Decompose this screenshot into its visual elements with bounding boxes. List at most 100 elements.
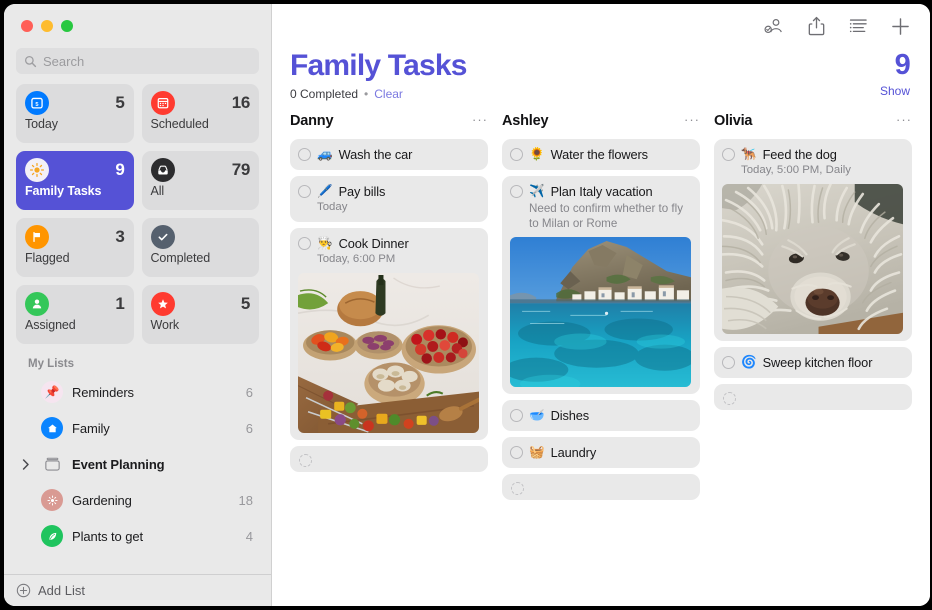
- task-card[interactable]: 🐕‍🦺 Feed the dog Today, 5:00 PM, Daily: [714, 139, 912, 342]
- share-contact-icon[interactable]: [764, 16, 784, 36]
- my-lists: 📌 Reminders 6 Family 6: [4, 374, 271, 574]
- list-item-reminders[interactable]: 📌 Reminders 6: [14, 374, 261, 410]
- column-danny: Danny ··· 🚙 Wash the car: [290, 109, 488, 607]
- smart-list-scheduled[interactable]: 16 Scheduled: [142, 84, 260, 143]
- complete-toggle[interactable]: [299, 454, 312, 467]
- smart-list-all[interactable]: 79 All: [142, 151, 260, 210]
- show-button[interactable]: Show: [880, 84, 910, 98]
- chevron-right-icon[interactable]: [20, 459, 32, 470]
- add-list-button[interactable]: Add List: [4, 574, 271, 606]
- column-title: Danny: [290, 113, 333, 129]
- calendar-icon: [151, 91, 175, 115]
- task-title: Sweep kitchen floor: [763, 354, 873, 371]
- header-left: Family Tasks 0 Completed • Clear: [290, 50, 467, 101]
- task-emoji: 🐕‍🦺: [741, 146, 757, 163]
- column-title: Olivia: [714, 113, 752, 129]
- task-emoji: ✈️: [529, 183, 545, 200]
- italy-coast-photo[interactable]: [510, 237, 691, 388]
- task-title: Laundry: [551, 444, 597, 461]
- toolbar: [272, 4, 930, 48]
- task-card[interactable]: 👨‍🍳 Cook Dinner Today, 6:00 PM: [290, 228, 488, 441]
- column-menu-button[interactable]: ···: [684, 113, 700, 129]
- new-task-placeholder[interactable]: [502, 474, 700, 500]
- header-right: 9 Show: [880, 50, 910, 98]
- smart-list-count: 3: [115, 227, 124, 247]
- main-content: Family Tasks 0 Completed • Clear 9 Show …: [272, 4, 930, 606]
- smart-list-count: 1: [115, 294, 124, 314]
- list-item-gardening[interactable]: Gardening 18: [14, 482, 261, 518]
- task-title: Dishes: [551, 407, 590, 424]
- task-title: Plan Italy vacation: [551, 183, 653, 200]
- list-item-plants-to-get[interactable]: Plants to get 4: [14, 518, 261, 554]
- smart-list-label: Scheduled: [151, 117, 251, 131]
- star-icon: [151, 292, 175, 316]
- share-icon[interactable]: [806, 16, 826, 36]
- column-menu-button[interactable]: ···: [472, 113, 488, 129]
- task-card[interactable]: 🌻 Water the flowers: [502, 139, 700, 170]
- complete-toggle[interactable]: [511, 482, 524, 495]
- smart-list-count: 9: [115, 160, 124, 180]
- smart-list-flagged[interactable]: 3 Flagged: [16, 218, 134, 277]
- task-card[interactable]: 🖊️ Pay bills Today: [290, 176, 488, 222]
- list-item-count: 4: [246, 529, 253, 544]
- minimize-button[interactable]: [41, 20, 53, 32]
- reminder-count: 9: [880, 50, 910, 80]
- group-folder-icon: [41, 453, 63, 475]
- dinner-table-photo[interactable]: [298, 273, 479, 434]
- column-title: Ashley: [502, 113, 548, 129]
- complete-toggle[interactable]: [510, 409, 523, 422]
- search-input[interactable]: [43, 54, 251, 69]
- smart-list-label: Family Tasks: [25, 184, 125, 198]
- list-view-icon[interactable]: [848, 16, 868, 36]
- task-card[interactable]: ✈️ Plan Italy vacation Need to confirm w…: [502, 176, 700, 395]
- task-card[interactable]: 🥣 Dishes: [502, 400, 700, 431]
- list-item-count: 6: [246, 421, 253, 436]
- sun-icon: [25, 158, 49, 182]
- task-emoji: 🚙: [317, 146, 333, 163]
- complete-toggle[interactable]: [298, 185, 311, 198]
- task-title: Pay bills: [339, 183, 386, 200]
- complete-toggle[interactable]: [722, 356, 735, 369]
- list-item-family[interactable]: Family 6: [14, 410, 261, 446]
- inbox-tray-icon: [151, 158, 175, 182]
- search-box[interactable]: [16, 48, 259, 74]
- complete-toggle[interactable]: [510, 446, 523, 459]
- complete-toggle[interactable]: [722, 148, 735, 161]
- smart-list-count: 5: [115, 93, 124, 113]
- complete-toggle[interactable]: [510, 185, 523, 198]
- complete-toggle[interactable]: [298, 148, 311, 161]
- task-title: Water the flowers: [551, 146, 648, 163]
- task-card[interactable]: 🌀 Sweep kitchen floor: [714, 347, 912, 378]
- new-task-placeholder[interactable]: [714, 384, 912, 410]
- smart-list-assigned[interactable]: 1 Assigned: [16, 285, 134, 344]
- pushpin-icon: 📌: [41, 381, 63, 403]
- complete-toggle[interactable]: [723, 392, 736, 405]
- smart-list-family-tasks[interactable]: 9 Family Tasks: [16, 151, 134, 210]
- complete-toggle[interactable]: [510, 148, 523, 161]
- list-item-count: 18: [239, 493, 253, 508]
- task-card[interactable]: 🚙 Wash the car: [290, 139, 488, 170]
- task-card[interactable]: 🧺 Laundry: [502, 437, 700, 468]
- close-button[interactable]: [21, 20, 33, 32]
- smart-list-work[interactable]: 5 Work: [142, 285, 260, 344]
- calendar-day-icon: 5: [25, 91, 49, 115]
- completed-text: 0 Completed: [290, 87, 358, 101]
- separator-dot: •: [364, 87, 368, 101]
- dog-photo[interactable]: [722, 184, 903, 335]
- column-header: Ashley ···: [502, 109, 700, 133]
- clear-button[interactable]: Clear: [374, 87, 403, 101]
- list-item-event-planning[interactable]: Event Planning: [14, 446, 261, 482]
- my-lists-header: My Lists: [4, 354, 271, 374]
- sidebar: 5 5 Today: [4, 4, 272, 606]
- maximize-button[interactable]: [61, 20, 73, 32]
- smart-list-today[interactable]: 5 5 Today: [16, 84, 134, 143]
- smart-list-completed[interactable]: Completed: [142, 218, 260, 277]
- plus-icon[interactable]: [890, 16, 910, 36]
- list-item-label: Family: [72, 421, 237, 436]
- task-subtitle: Today, 6:00 PM: [298, 252, 479, 267]
- column-menu-button[interactable]: ···: [896, 113, 912, 129]
- complete-toggle[interactable]: [298, 237, 311, 250]
- list-item-label: Event Planning: [72, 457, 244, 472]
- search-container: [4, 48, 271, 84]
- new-task-placeholder[interactable]: [290, 446, 488, 472]
